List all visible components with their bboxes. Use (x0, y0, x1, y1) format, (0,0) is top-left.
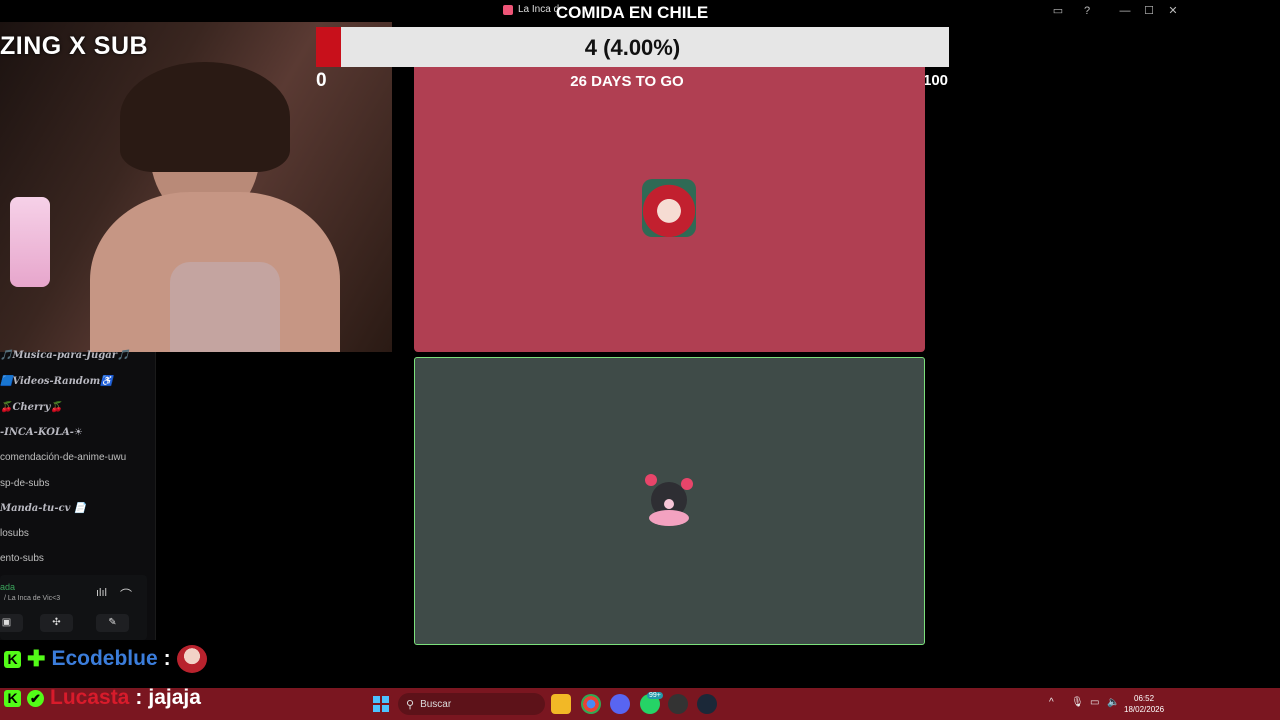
cast-icon[interactable]: ▭ (1050, 3, 1066, 19)
voice-status: ada (0, 582, 16, 592)
player-panel-bottom (414, 357, 925, 645)
disconnect-icon[interactable]: ⌒ (120, 586, 132, 603)
chat-separator: : (163, 647, 171, 670)
channel-item[interactable]: losubs (0, 528, 29, 539)
kick-badge-icon: K (4, 689, 21, 707)
soundboard-button[interactable]: ✎ (96, 614, 129, 632)
close-button[interactable]: ✕ (1165, 3, 1181, 19)
goal-progress-bar: 4 (4.00%) (316, 27, 949, 67)
person-hair (120, 62, 290, 172)
obs-icon[interactable] (668, 694, 688, 714)
voice-channel-name: / La Inca de Vic<3 (4, 595, 61, 602)
avatar-red-hair-girl (642, 179, 696, 237)
kick-badge-icon: K (4, 650, 21, 668)
activities-button[interactable]: ✣ (40, 614, 73, 632)
channel-item[interactable]: 🍒Cherry🍒 (0, 402, 63, 413)
channel-item[interactable]: 🎵Musica-para-Jugar🎵 (0, 350, 130, 361)
clock-date: 18/02/2026 (1124, 705, 1165, 714)
verified-badge-icon: ✔ (27, 689, 44, 707)
channel-item[interactable]: ento-subs (0, 553, 44, 564)
chrome-icon[interactable] (581, 694, 601, 714)
taskbar-clock[interactable]: 06:52 18/02/2026 (1124, 693, 1164, 715)
minimize-button[interactable]: — (1117, 3, 1133, 19)
goal-title: COMIDA EN CHILE (555, 3, 709, 22)
subathon-title: ZING X SUB (0, 32, 149, 60)
chat-separator: : (135, 686, 143, 709)
network-icon[interactable]: ▭ (1090, 697, 1099, 708)
top-garment (170, 262, 280, 352)
goal-days-left: 26 DAYS TO GO (570, 73, 684, 90)
chat-message: K ✚ Ecodeblue : (4, 645, 207, 673)
avatar-dog-hearts (645, 474, 693, 526)
show-hidden-icons-icon[interactable]: ^ (1049, 697, 1054, 708)
sparkle-badge-icon: ✚ (27, 646, 46, 671)
help-icon[interactable]: ? (1079, 3, 1095, 19)
camera-button[interactable]: ▣ (0, 614, 23, 632)
discord-icon[interactable] (610, 694, 630, 714)
channel-item[interactable]: comendación-de-anime-uwu (0, 452, 126, 463)
goal-min: 0 (316, 70, 327, 91)
webcam-feed (0, 22, 392, 352)
goal-max: 100 (923, 72, 949, 89)
steam-icon[interactable] (697, 694, 717, 714)
file-explorer-icon[interactable] (551, 694, 571, 714)
emote-icon (176, 645, 207, 673)
channel-item[interactable]: Manda-tu-cv 📄 (0, 503, 86, 514)
taskbar-search[interactable]: ⚲ Buscar (398, 693, 545, 715)
microphone-icon[interactable]: 🎙 (1071, 697, 1084, 708)
search-icon: ⚲ (406, 698, 415, 711)
chat-username: Ecodeblue (51, 647, 158, 670)
maximize-button[interactable]: ☐ (1141, 3, 1157, 19)
app-favicon-icon (503, 4, 513, 15)
volume-icon[interactable]: 🔈 (1107, 697, 1119, 708)
goal-progress-text: 4 (4.00%) (584, 35, 681, 60)
clock-time: 06:52 (1134, 694, 1155, 703)
channel-item[interactable]: -INCA-KOLA-☀ (0, 427, 83, 438)
player-panel-top (414, 67, 925, 352)
noise-suppression-icon[interactable]: ılıl (96, 587, 107, 599)
search-placeholder: Buscar (420, 698, 452, 710)
empty-area (1185, 0, 1280, 688)
windows-start-icon[interactable] (373, 696, 389, 712)
notification-badge: 99+ (647, 692, 663, 699)
chat-text: jajaja (148, 686, 201, 709)
channel-item[interactable]: sp-de-subs (0, 478, 49, 489)
chat-username: Lucasta (50, 686, 130, 709)
chat-message: K ✔ Lucasta : jajaja (4, 686, 201, 710)
channel-item[interactable]: 🟦Videos-Random♿ (0, 376, 113, 387)
mic-light (10, 197, 50, 287)
